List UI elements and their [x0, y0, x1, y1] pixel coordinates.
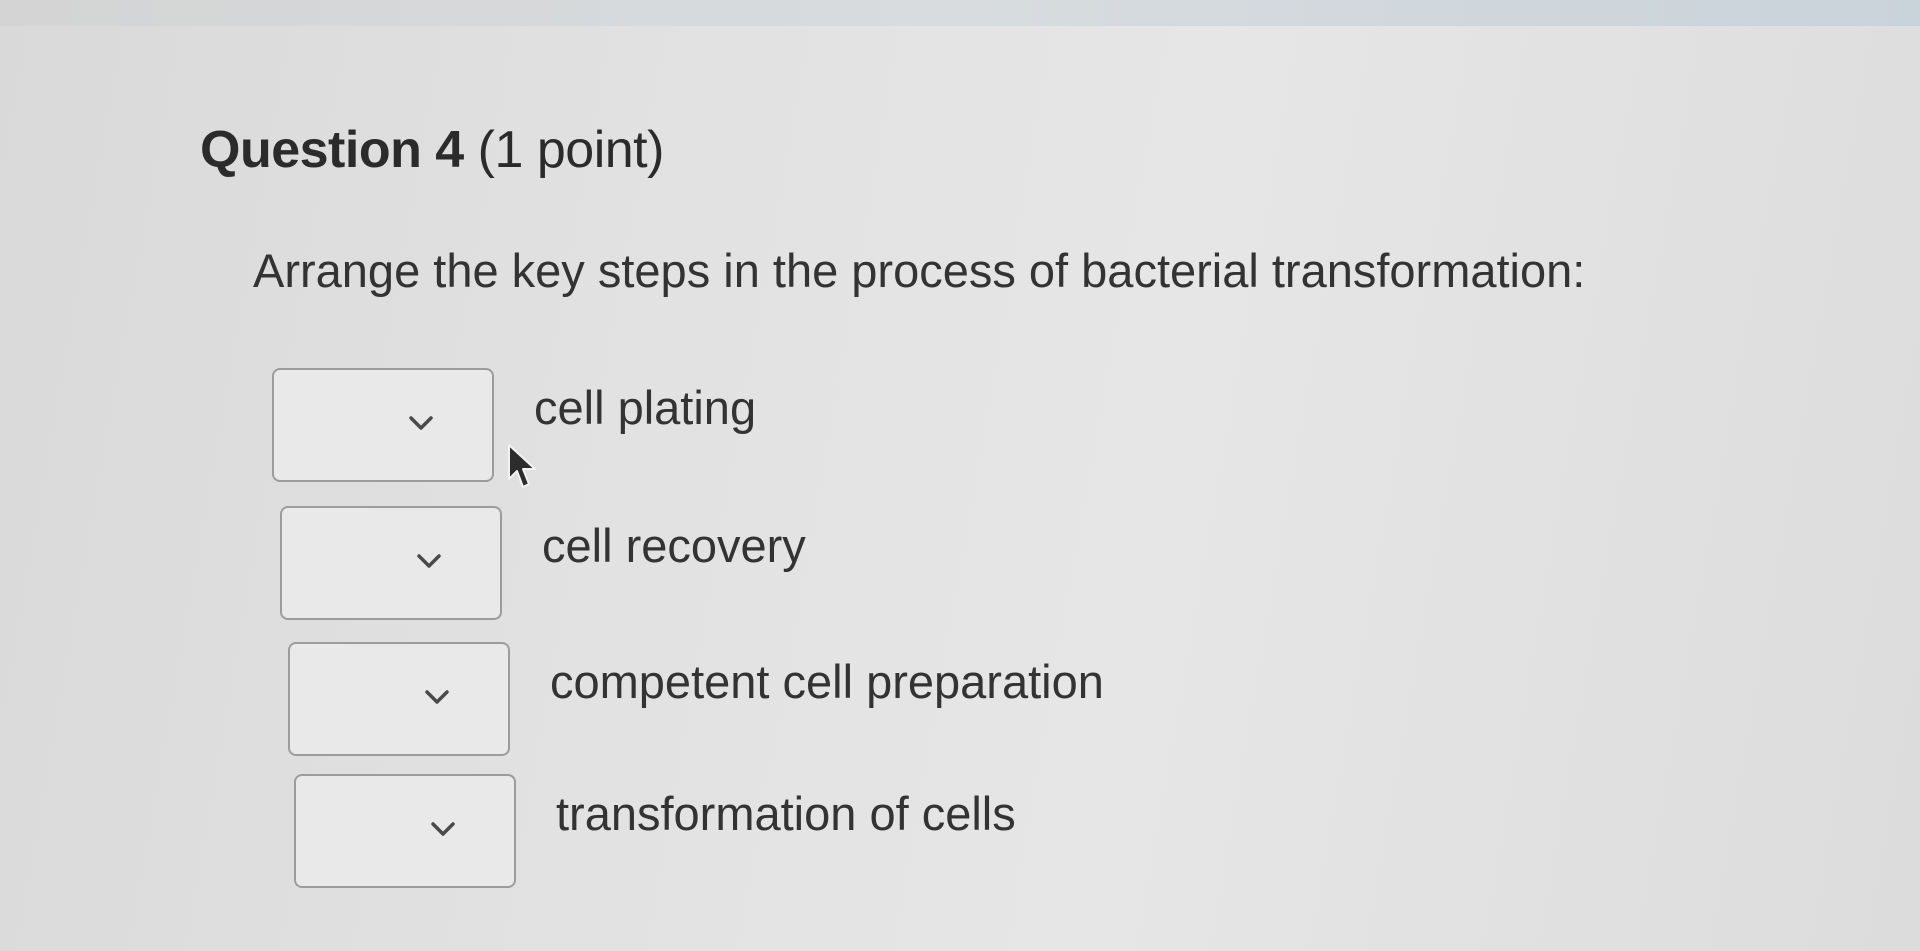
- mouse-pointer-icon: [508, 444, 536, 488]
- question-points: (1 point): [477, 121, 665, 179]
- step-2-order-select[interactable]: [280, 506, 502, 620]
- chevron-down-icon: [409, 416, 433, 430]
- step-1-label: cell plating: [534, 381, 757, 434]
- chevron-down-icon: [425, 690, 449, 704]
- step-1-order-select[interactable]: [272, 368, 494, 482]
- step-4-order-select[interactable]: [294, 774, 516, 888]
- question-prompt: Arrange the key steps in the process of …: [253, 244, 1586, 297]
- step-3-label: competent cell preparation: [550, 655, 1104, 708]
- question-number: Question 4: [200, 121, 464, 179]
- step-row-4: transformation of cells: [294, 774, 1016, 890]
- step-row-3: competent cell preparation: [288, 642, 1104, 758]
- question-title: Question 4 (1 point): [200, 120, 664, 180]
- step-3-order-select[interactable]: [288, 642, 510, 756]
- chevron-down-icon: [417, 554, 441, 568]
- chevron-down-icon: [431, 822, 455, 836]
- step-row-2: cell recovery: [280, 506, 806, 622]
- step-4-label: transformation of cells: [556, 787, 1016, 840]
- step-2-label: cell recovery: [542, 519, 806, 572]
- top-strip: [0, 0, 1920, 26]
